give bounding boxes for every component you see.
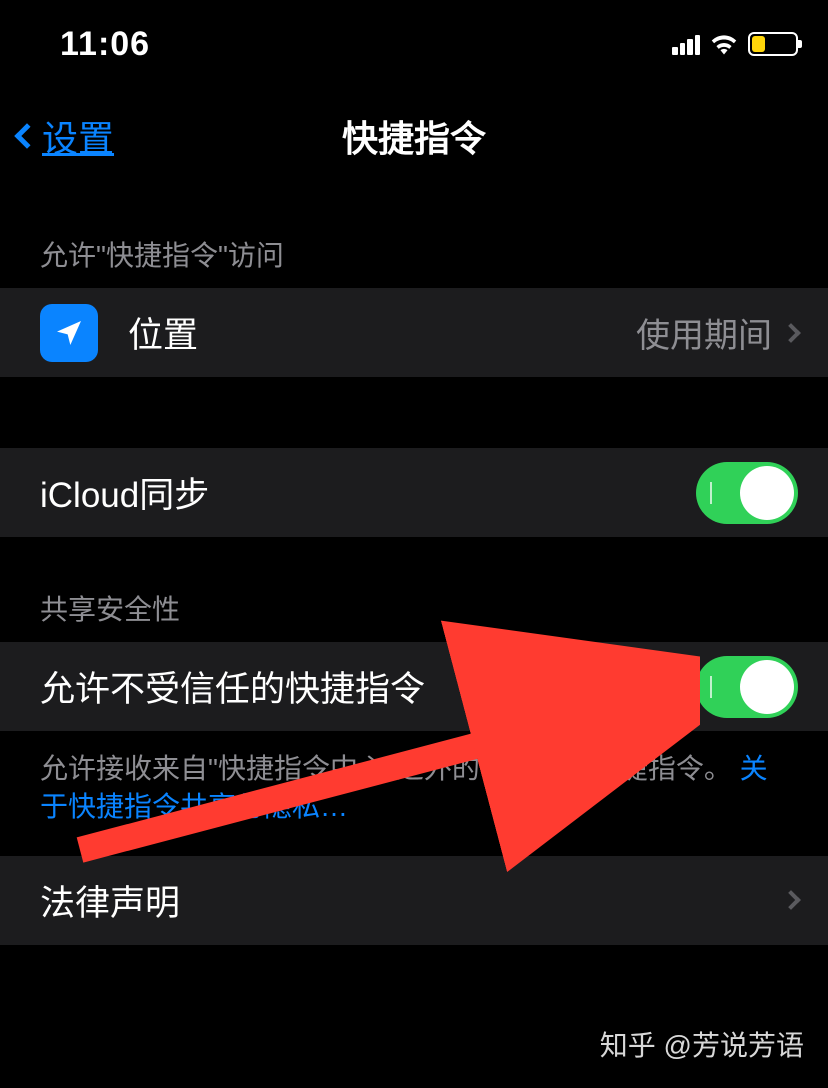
status-time: 11:06 bbox=[60, 25, 150, 64]
icloud-sync-row: iCloud同步 bbox=[0, 448, 828, 538]
page-title: 快捷指令 bbox=[0, 110, 828, 162]
cellular-signal-icon bbox=[672, 33, 700, 55]
section-header-access: 允许"快捷指令"访问 bbox=[0, 184, 828, 288]
chevron-right-icon bbox=[781, 890, 801, 910]
navigation-bar: 设置 快捷指令 bbox=[0, 88, 828, 184]
back-button[interactable]: 设置 bbox=[18, 110, 114, 162]
status-bar: 11:06 bbox=[0, 0, 828, 88]
chevron-left-icon bbox=[14, 123, 39, 148]
allow-untrusted-label: 允许不受信任的快捷指令 bbox=[40, 661, 696, 712]
sharing-footer-text: 允许接收来自"快捷指令中心"之外的不受信任快捷指令。 bbox=[40, 753, 732, 784]
watermark-text: 知乎 @芳说芳语 bbox=[600, 1024, 804, 1064]
allow-untrusted-toggle[interactable] bbox=[696, 656, 798, 718]
location-value: 使用期间 bbox=[636, 308, 772, 357]
section-header-sharing: 共享安全性 bbox=[0, 538, 828, 642]
legal-row[interactable]: 法律声明 bbox=[0, 856, 828, 946]
section-footer-sharing: 允许接收来自"快捷指令中心"之外的不受信任快捷指令。 关于快捷指令共享与隐私… bbox=[0, 732, 828, 856]
battery-icon bbox=[748, 32, 798, 56]
location-label: 位置 bbox=[128, 307, 636, 358]
location-icon bbox=[40, 304, 98, 362]
icloud-sync-toggle[interactable] bbox=[696, 462, 798, 524]
legal-label: 法律声明 bbox=[40, 875, 784, 926]
back-label: 设置 bbox=[42, 110, 114, 162]
allow-untrusted-row: 允许不受信任的快捷指令 bbox=[0, 642, 828, 732]
location-row[interactable]: 位置 使用期间 bbox=[0, 288, 828, 378]
wifi-icon bbox=[710, 33, 738, 55]
icloud-sync-label: iCloud同步 bbox=[40, 467, 696, 518]
chevron-right-icon bbox=[781, 323, 801, 343]
status-indicators bbox=[672, 32, 798, 56]
